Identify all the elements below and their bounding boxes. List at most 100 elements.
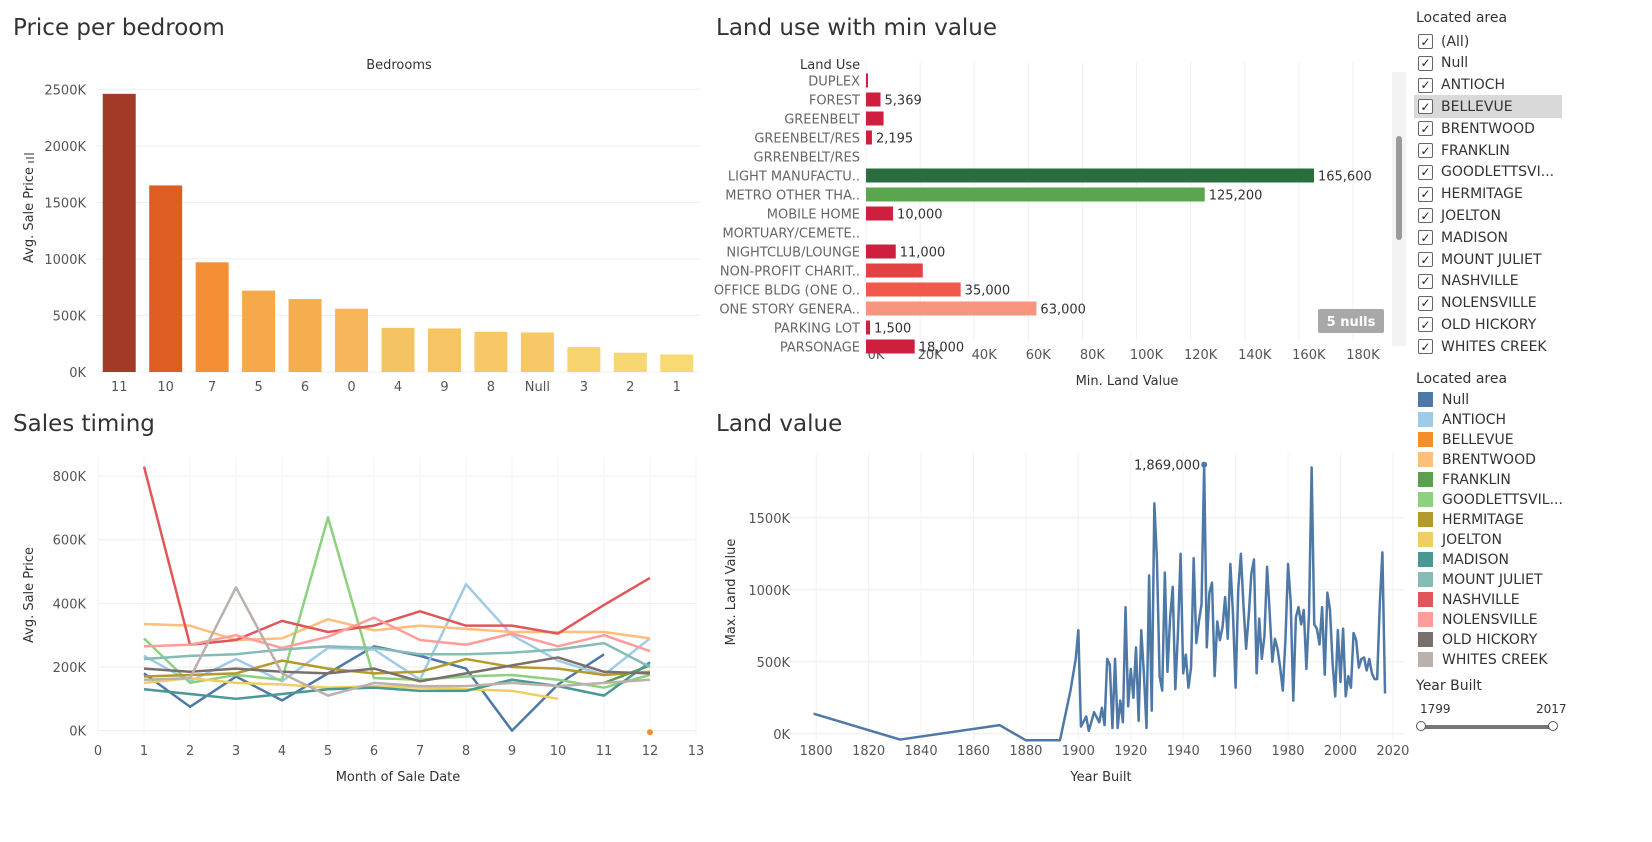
checkbox-icon[interactable]: ✓ <box>1418 55 1433 71</box>
legend-item[interactable]: JOELTON <box>1418 529 1502 550</box>
row-label: OFFICE BLDG (ONE O.. <box>714 284 860 299</box>
legend-item[interactable]: MADISON <box>1418 549 1509 570</box>
legend-item[interactable]: ANTIOCH <box>1418 409 1506 430</box>
filter-scrollbar-thumb[interactable] <box>1396 136 1402 240</box>
legend-item[interactable]: FRANKLIN <box>1418 469 1511 490</box>
bar-7[interactable] <box>195 262 229 372</box>
bar-10[interactable] <box>149 185 183 372</box>
filter-item[interactable]: ✓ NOLENSVILLE <box>1414 292 1562 315</box>
checkbox-icon[interactable]: ✓ <box>1418 208 1433 224</box>
bar-8[interactable] <box>474 331 508 372</box>
bar-metro-other-tha-[interactable] <box>866 187 1205 202</box>
land-value-chart[interactable]: 0K 500K 1000K 1500K 1800 1820 1840 1860 1880 1900… <box>700 445 1410 842</box>
bar-mobile-home[interactable] <box>866 206 894 221</box>
checkbox-icon[interactable]: ✓ <box>1418 99 1433 115</box>
price-per-bedroom-chart[interactable]: 0K 500K 1000K 1500K 2000K 2500K Bedrooms Avg. S… <box>0 50 710 400</box>
y-tick-label: 1000K <box>748 584 790 599</box>
max-point-marker[interactable] <box>1201 461 1208 468</box>
land-use-min-chart[interactable]: 0K 20K 40K 60K 80K 100K 120K 140K 160K 180KLand U… <box>700 50 1400 400</box>
bar-office-bldg-one-o-[interactable] <box>866 282 961 297</box>
legend-title: Located area <box>1416 371 1508 387</box>
legend-item[interactable]: BELLEVUE <box>1418 429 1514 450</box>
legend-item-label: OLD HICKORY <box>1442 631 1538 648</box>
filter-item[interactable]: ✓ GOODLETTSVI... <box>1414 161 1562 184</box>
filter-scrollbar[interactable] <box>1392 72 1406 346</box>
bar-6[interactable] <box>288 299 322 372</box>
filter-item-label: GOODLETTSVI... <box>1441 164 1555 181</box>
bar-value-label: 35,000 <box>965 284 1011 299</box>
legend-item[interactable]: OLD HICKORY <box>1418 629 1537 650</box>
checkbox-icon[interactable]: ✓ <box>1418 143 1433 158</box>
x-tick-label: 120K <box>1184 348 1218 363</box>
year-built-slider-track[interactable] <box>1420 725 1554 729</box>
series-bellevue-point[interactable] <box>647 729 653 736</box>
bar-11[interactable] <box>102 93 136 373</box>
bar-4[interactable] <box>381 327 415 372</box>
filter-item[interactable]: ✓ MOUNT JULIET <box>1414 248 1562 271</box>
filter-item[interactable]: ✓ BELLEVUE <box>1414 95 1562 119</box>
nulls-badge[interactable]: 5 nulls <box>1318 309 1384 333</box>
filter-item[interactable]: ✓ (All) <box>1414 30 1562 53</box>
checkbox-icon[interactable]: ✓ <box>1418 273 1433 289</box>
filter-item[interactable]: ✓ HERMITAGE <box>1414 183 1562 206</box>
legend-item[interactable]: BRENTWOOD <box>1418 449 1536 470</box>
x-tick-label: 1800 <box>800 744 833 759</box>
checkbox-icon[interactable]: ✓ <box>1418 164 1433 180</box>
filter-item[interactable]: ✓ MADISON <box>1414 226 1562 249</box>
year-built-slider-min-handle[interactable] <box>1416 721 1426 731</box>
bar-0[interactable] <box>335 308 369 372</box>
bar-5[interactable] <box>242 290 276 372</box>
bar-greenbelt-res[interactable] <box>866 130 872 145</box>
legend-item-label: NOLENSVILLE <box>1442 611 1538 628</box>
year-built-title: Year Built <box>1416 678 1482 694</box>
bar-2[interactable] <box>613 352 647 372</box>
legend-item[interactable]: MOUNT JULIET <box>1418 569 1543 590</box>
checkbox-icon[interactable]: ✓ <box>1418 230 1433 246</box>
checkbox-icon[interactable]: ✓ <box>1418 34 1433 49</box>
bar-1[interactable] <box>660 354 694 372</box>
bar-3[interactable] <box>567 347 601 372</box>
checkbox-icon[interactable]: ✓ <box>1418 77 1433 93</box>
checkbox-icon[interactable]: ✓ <box>1418 339 1433 355</box>
x-tick-label: 2020 <box>1376 744 1409 759</box>
bar-parsonage[interactable] <box>866 339 915 354</box>
bar-9[interactable] <box>427 328 461 372</box>
bar-nightclub-lounge[interactable] <box>866 244 896 259</box>
sort-icon[interactable] <box>24 153 34 163</box>
filter-item[interactable]: ✓ JOELTON <box>1414 204 1562 227</box>
filter-item[interactable]: ✓ BRENTWOOD <box>1414 117 1562 140</box>
bar-non-profit-charit-[interactable] <box>866 263 923 278</box>
checkbox-icon[interactable]: ✓ <box>1418 186 1433 202</box>
legend-item[interactable]: GOODLETTSVIL... <box>1418 489 1563 510</box>
filter-item[interactable]: ✓ Null <box>1414 52 1562 75</box>
checkbox-icon[interactable]: ✓ <box>1418 295 1433 311</box>
checkbox-icon[interactable]: ✓ <box>1418 317 1433 333</box>
row-label: DUPLEX <box>808 75 860 90</box>
land-value-line[interactable] <box>813 463 1387 742</box>
bar-duplex[interactable] <box>866 73 868 88</box>
checkbox-icon[interactable]: ✓ <box>1418 121 1433 137</box>
legend-item[interactable]: HERMITAGE <box>1418 509 1524 530</box>
bar-Null[interactable] <box>520 332 554 372</box>
bar-one-story-genera-[interactable] <box>866 301 1037 316</box>
legend-item[interactable]: NASHVILLE <box>1418 589 1520 610</box>
panel-title-sales-timing: Sales timing <box>13 411 155 437</box>
bar-parking-lot[interactable] <box>866 320 871 335</box>
bar-greenbelt[interactable] <box>866 111 884 126</box>
filter-item[interactable]: ✓ NASHVILLE <box>1414 270 1562 293</box>
filter-item[interactable]: ✓ WHITES CREEK <box>1414 335 1562 358</box>
year-built-slider-max-handle[interactable] <box>1548 721 1558 731</box>
row-label: MOBILE HOME <box>767 208 860 223</box>
sales-timing-chart[interactable]: 0K200K400K600K800K0 1 2 3 4 5 6 7 8 9 10 11 12 13Mont… <box>0 445 710 842</box>
bar-forest[interactable] <box>866 92 881 107</box>
filter-item[interactable]: ✓ OLD HICKORY <box>1414 313 1562 336</box>
x-axis-label: Year Built <box>1069 770 1131 785</box>
legend-item[interactable]: WHITES CREEK <box>1418 649 1548 670</box>
x-tick-label: 5 <box>254 380 262 395</box>
filter-item[interactable]: ✓ ANTIOCH <box>1414 74 1562 97</box>
checkbox-icon[interactable]: ✓ <box>1418 252 1433 267</box>
legend-item[interactable]: Null <box>1418 389 1469 410</box>
bar-light-manufactu-[interactable] <box>866 168 1314 183</box>
legend-item[interactable]: NOLENSVILLE <box>1418 609 1538 630</box>
filter-item[interactable]: ✓ FRANKLIN <box>1414 139 1562 162</box>
